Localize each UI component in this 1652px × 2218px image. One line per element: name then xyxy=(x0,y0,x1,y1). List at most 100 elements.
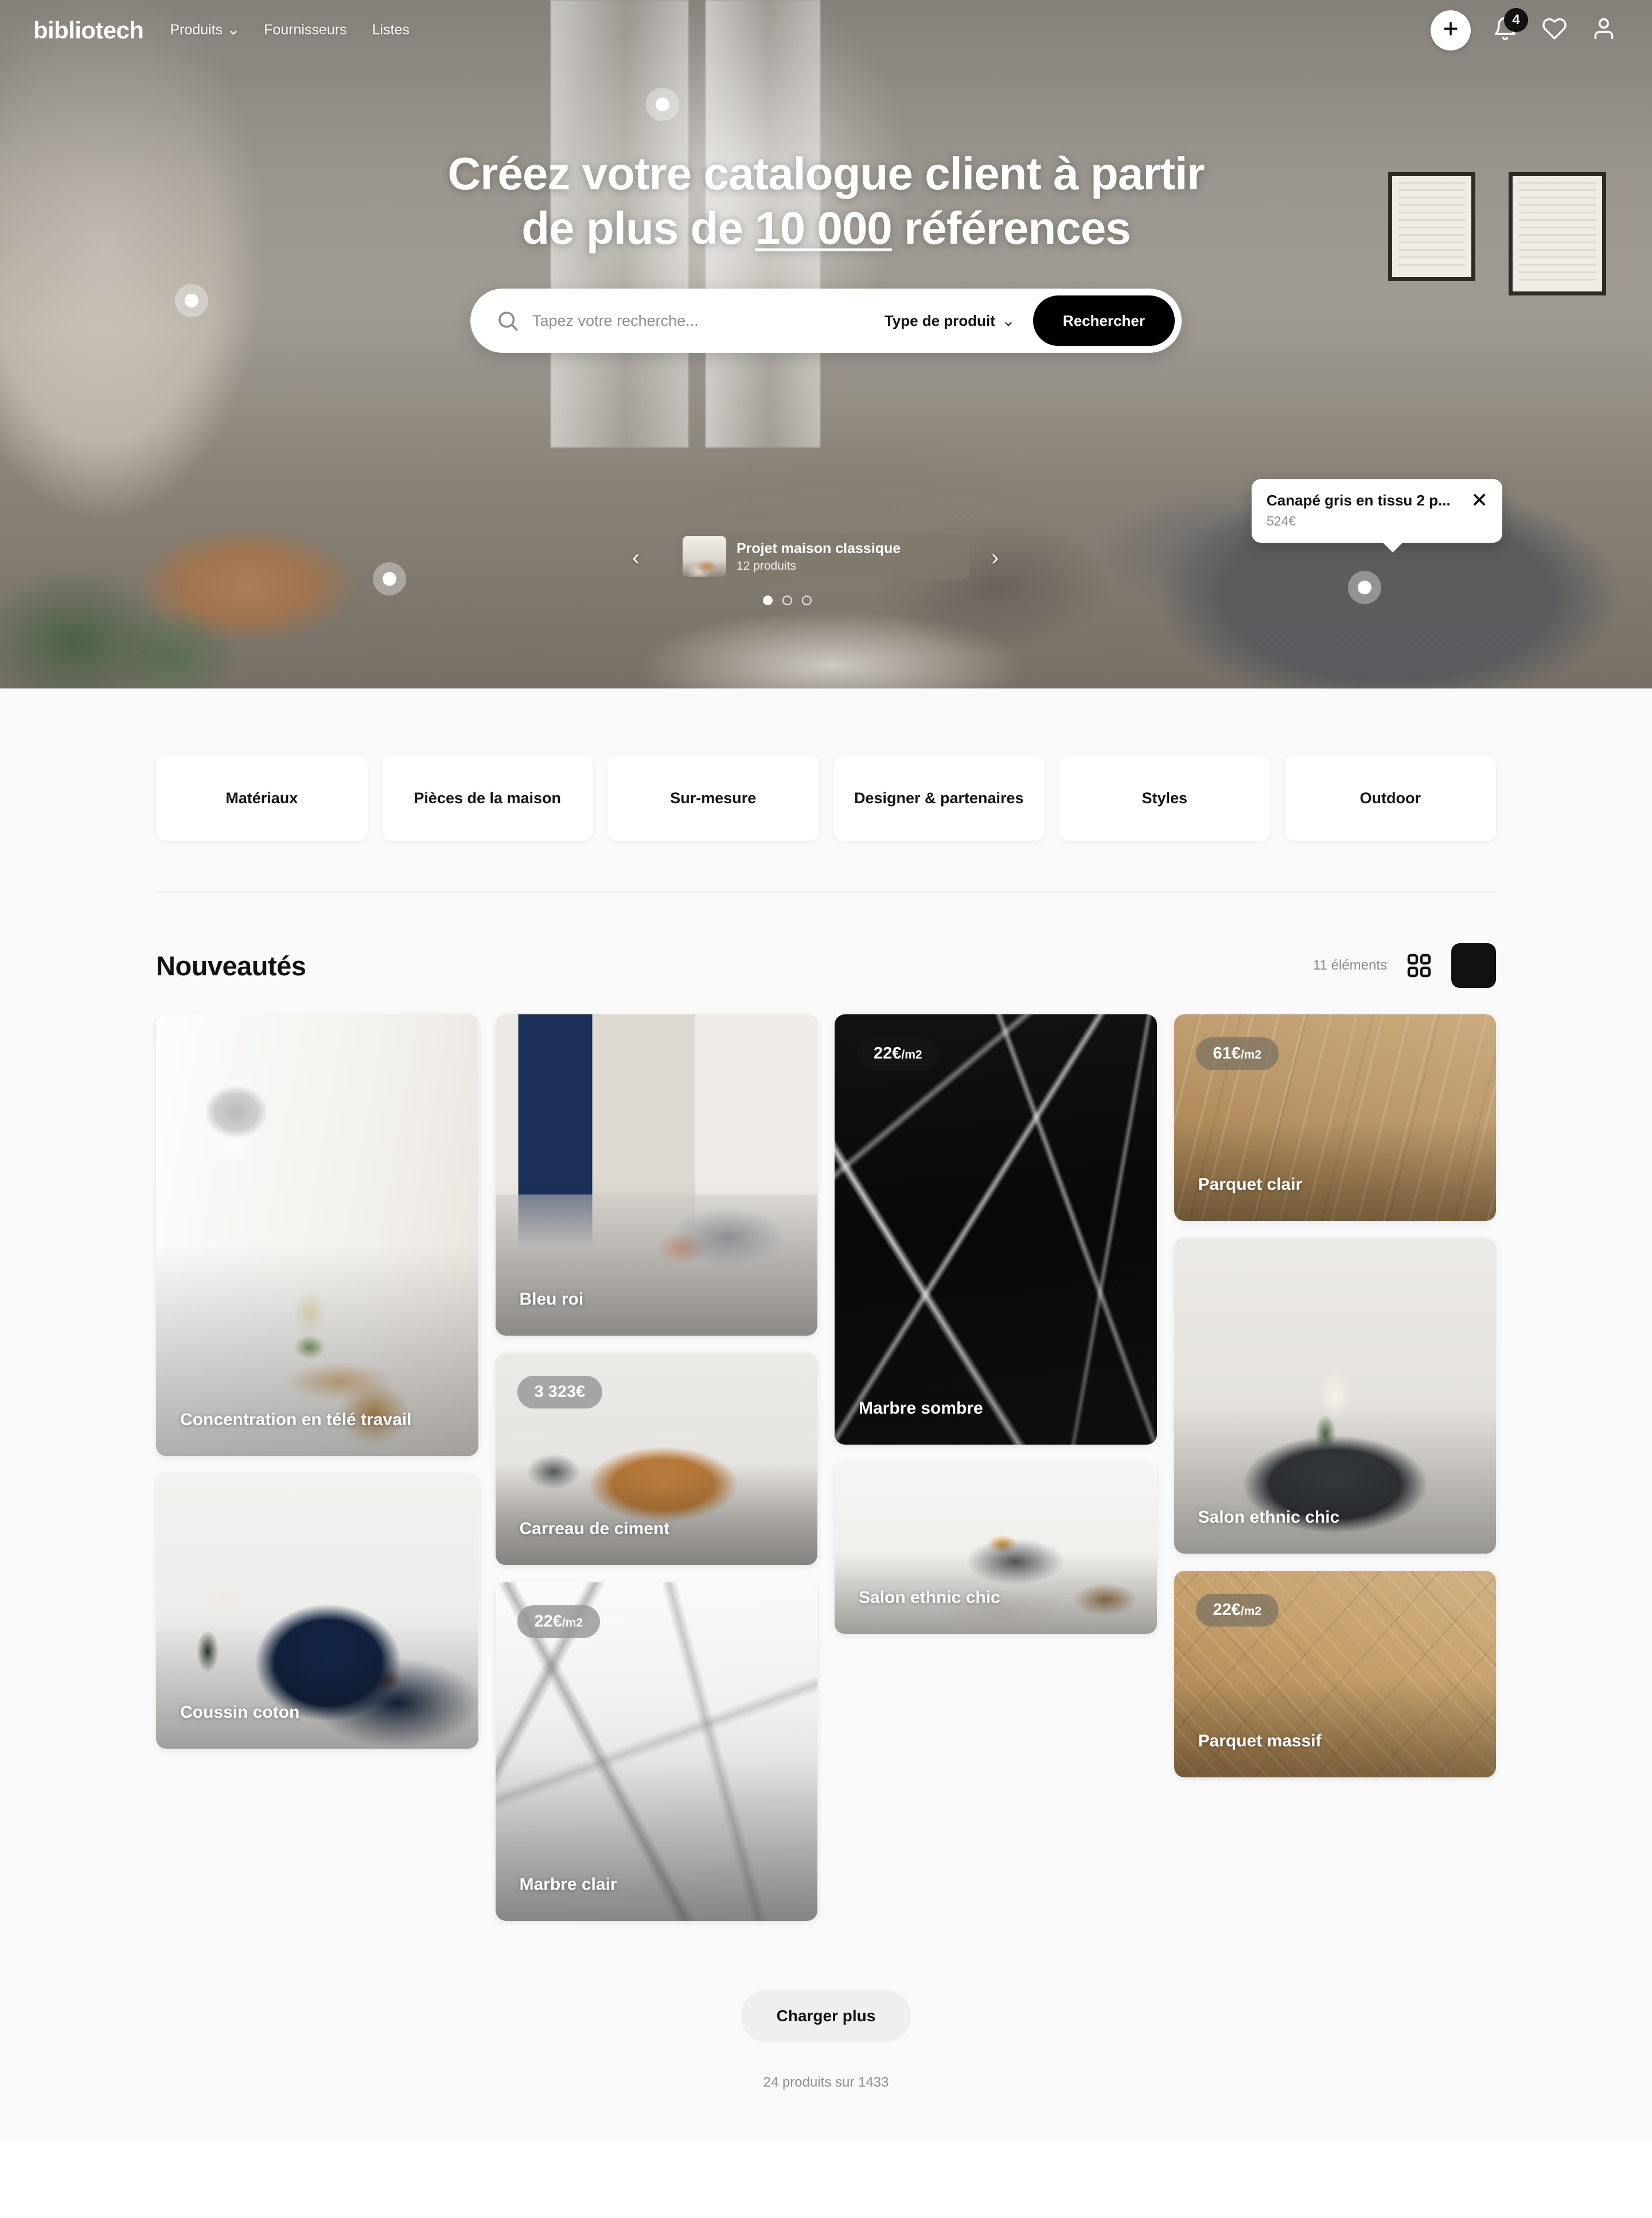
image-gradient-overlay xyxy=(156,1616,478,1749)
product-card-marbre-sombre[interactable]: 22€/m2 Marbre sombre xyxy=(835,1014,1157,1445)
hero-section: bibliotech Produits Fournisseurs Listes xyxy=(0,0,1652,688)
product-tooltip: Canapé gris en tissu 2 p... 524€ xyxy=(1252,479,1502,552)
hotspot-marker[interactable] xyxy=(646,88,679,121)
account-button[interactable] xyxy=(1589,15,1619,45)
add-button[interactable] xyxy=(1431,10,1471,50)
product-title: Salon ethnic chic xyxy=(859,1588,1000,1607)
image-gradient-overlay xyxy=(1174,1122,1496,1221)
hotspot-dot xyxy=(185,294,198,308)
product-card-marbre-clair[interactable]: 22€/m2 Marbre clair xyxy=(495,1582,817,1921)
hotspot-dot xyxy=(656,98,669,111)
carousel-dot[interactable] xyxy=(763,596,773,605)
nav-item-label: Produits xyxy=(170,22,223,38)
section-controls: 11 éléments xyxy=(1313,943,1496,988)
price-value: 22€ xyxy=(1213,1601,1241,1619)
image-gradient-overlay xyxy=(495,1463,817,1565)
product-type-label: Type de produit xyxy=(884,312,995,329)
product-card-parquet-clair[interactable]: 61€/m2 Parquet clair xyxy=(1174,1014,1496,1221)
carousel-dot[interactable] xyxy=(802,596,812,605)
nav-item-label: Fournisseurs xyxy=(264,22,347,38)
search-input[interactable] xyxy=(520,312,885,330)
product-title: Concentration en télé travail xyxy=(180,1410,412,1429)
product-card-concentration-en-tele-travail[interactable]: Concentration en télé travail xyxy=(156,1014,478,1456)
product-card-carreau-de-ciment[interactable]: 3 323€ Carreau de ciment xyxy=(495,1353,817,1565)
product-title: Bleu roi xyxy=(519,1290,584,1309)
product-title: Marbre sombre xyxy=(859,1399,983,1418)
hero-title-line1: Créez votre catalogue client à partir xyxy=(447,148,1205,199)
results-count-note: 24 produits sur 1433 xyxy=(763,2075,889,2090)
carousel-thumbnail xyxy=(683,536,726,577)
page-body: Matériaux Pièces de la maison Sur-mesure… xyxy=(0,688,1652,2141)
category-pieces-de-la-maison[interactable]: Pièces de la maison xyxy=(381,755,593,841)
product-title: Parquet clair xyxy=(1198,1175,1303,1194)
nav-item-listes[interactable]: Listes xyxy=(372,22,410,38)
chevron-right-icon[interactable]: › xyxy=(991,546,999,569)
price-badge: 61€/m2 xyxy=(1195,1037,1279,1070)
content-wrapper: Matériaux Pièces de la maison Sur-mesure… xyxy=(0,688,1652,2135)
product-card-salon-ethnic-chic-small[interactable]: Salon ethnic chic xyxy=(835,1462,1157,1634)
chevron-down-icon xyxy=(1003,316,1014,326)
price-value: 61€ xyxy=(1213,1044,1241,1063)
product-card-coussin-coton[interactable]: Coussin coton xyxy=(156,1473,478,1749)
product-title: Marbre clair xyxy=(519,1875,617,1894)
large-view-icon[interactable] xyxy=(1451,943,1496,988)
carousel-title: Projet maison classique xyxy=(737,540,901,557)
hotspot-marker[interactable] xyxy=(373,562,406,596)
hotspot-dot xyxy=(383,572,396,586)
category-sur-mesure[interactable]: Sur-mesure xyxy=(607,755,819,841)
tooltip-header: Canapé gris en tissu 2 p... xyxy=(1267,492,1487,509)
price-badge: 22€/m2 xyxy=(517,1605,601,1638)
grid-view-icon[interactable] xyxy=(1405,952,1433,979)
hero-title-highlight: 10 000 xyxy=(755,203,893,254)
product-grid: Concentration en télé travail Coussin co… xyxy=(156,1014,1496,1921)
chevron-left-icon[interactable]: ‹ xyxy=(632,546,640,569)
product-card-bleu-roi[interactable]: Bleu roi xyxy=(495,1014,817,1336)
close-icon[interactable] xyxy=(1471,492,1487,508)
image-gradient-overlay xyxy=(1174,1678,1496,1777)
price-badge: 22€/m2 xyxy=(856,1037,940,1070)
notifications-button[interactable]: 4 xyxy=(1490,7,1528,45)
nav-item-produits[interactable]: Produits xyxy=(170,22,239,38)
section-header: Nouveautés 11 éléments xyxy=(156,893,1496,1014)
hotspot-marker[interactable] xyxy=(175,284,208,317)
hotspot-marker[interactable] xyxy=(1348,571,1381,604)
product-type-select[interactable]: Type de produit xyxy=(885,312,1033,330)
carousel-card[interactable]: Projet maison classique 12 produits xyxy=(677,534,969,579)
hero-title: Créez votre catalogue client à partir de… xyxy=(281,146,1371,255)
page-title: Nouveautés xyxy=(156,950,306,981)
item-count: 11 éléments xyxy=(1313,958,1387,973)
category-materiaux[interactable]: Matériaux xyxy=(156,755,368,841)
carousel-texts: Projet maison classique 12 produits xyxy=(737,540,901,573)
price-unit: /m2 xyxy=(901,1048,922,1061)
carousel-subtitle: 12 produits xyxy=(737,559,796,573)
category-designer-partenaires[interactable]: Designer & partenaires xyxy=(833,755,1045,841)
price-value: 3 323€ xyxy=(534,1383,586,1401)
heart-icon xyxy=(1542,16,1567,44)
tooltip-product-price: 524€ xyxy=(1267,513,1296,528)
top-navbar: bibliotech Produits Fournisseurs Listes xyxy=(0,0,1652,60)
product-title: Coussin coton xyxy=(180,1703,300,1722)
load-more-section: Charger plus 24 produits sur 1433 xyxy=(156,1921,1496,2135)
notification-badge: 4 xyxy=(1504,7,1528,32)
hero-search-bar: Type de produit Rechercher xyxy=(470,289,1182,353)
nav-item-fournisseurs[interactable]: Fournisseurs xyxy=(264,22,347,38)
category-outdoor[interactable]: Outdoor xyxy=(1284,755,1496,841)
price-unit: /m2 xyxy=(562,1616,583,1629)
load-more-button[interactable]: Charger plus xyxy=(741,1990,911,2042)
nav-links: Produits Fournisseurs Listes xyxy=(170,22,410,38)
chevron-down-icon xyxy=(228,25,239,36)
search-button[interactable]: Rechercher xyxy=(1032,295,1175,347)
category-filter-row: Matériaux Pièces de la maison Sur-mesure… xyxy=(156,688,1496,893)
category-styles[interactable]: Styles xyxy=(1059,755,1271,841)
price-badge: 3 323€ xyxy=(517,1376,603,1408)
price-value: 22€ xyxy=(874,1044,902,1063)
carousel-dot[interactable] xyxy=(782,596,792,605)
hero-title-line2-after: références xyxy=(891,203,1131,254)
brand-logo[interactable]: bibliotech xyxy=(33,17,144,44)
product-card-parquet-massif[interactable]: 22€/m2 Parquet massif xyxy=(1174,1571,1496,1777)
product-card-salon-ethnic-chic-large[interactable]: Salon ethnic chic xyxy=(1174,1238,1496,1554)
price-value: 22€ xyxy=(534,1612,562,1631)
image-gradient-overlay xyxy=(1174,1402,1496,1554)
favorites-button[interactable] xyxy=(1540,15,1569,45)
product-column-2: Bleu roi 3 323€ Carreau de ciment 22€/m2 xyxy=(495,1014,817,1921)
